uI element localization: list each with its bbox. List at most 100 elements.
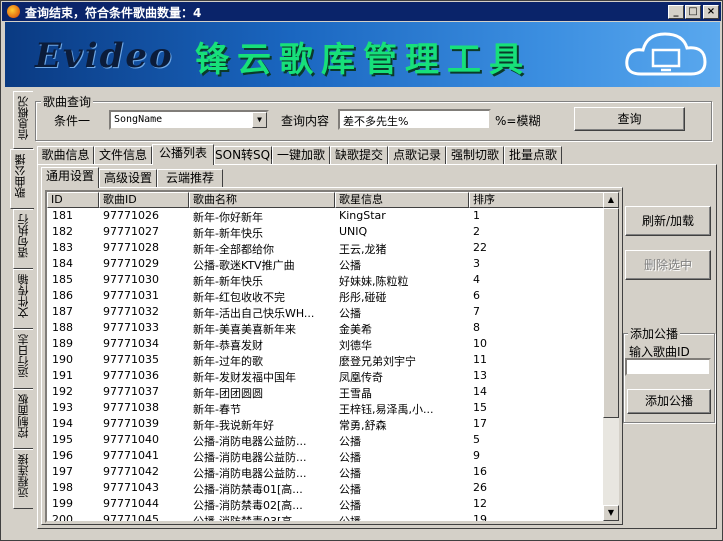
side-tab-remote-connect[interactable]: 远程连接 — [13, 449, 33, 509]
table-row[interactable]: 196 97771041 公播-消防电器公益防... 公播 9 — [47, 448, 607, 464]
scroll-down-arrow-icon[interactable]: ▼ — [603, 505, 619, 521]
table-vertical-scrollbar[interactable]: ▲ ▼ — [603, 192, 619, 521]
cell-singer: 王雪晶 — [339, 387, 372, 400]
main-window: 查询结束，符合条件歌曲数量：4 _ □ × Evideo 锋云歌库管理工具 信息… — [0, 0, 723, 541]
cell-singer: 金美希 — [339, 323, 372, 336]
table-row[interactable]: 192 97771037 新年-团团圆圆 王雪晶 14 — [47, 384, 607, 400]
close-button[interactable]: × — [703, 5, 719, 19]
cell-song-id: 97771034 — [103, 337, 159, 350]
cell-id: 191 — [52, 369, 73, 382]
table-row[interactable]: 198 97771043 公播-消防禁毒01[高... 公播 26 — [47, 480, 607, 496]
tab-batch-request[interactable]: 批量点歌 — [504, 146, 562, 164]
tab-file-info[interactable]: 文件信息 — [94, 146, 152, 164]
query-content-label: 查询内容 — [281, 114, 330, 128]
tab-song-info[interactable]: 歌曲信息 — [37, 146, 94, 164]
cell-song-id: 97771028 — [103, 241, 159, 254]
tab-force-switch[interactable]: 强制切歌 — [446, 146, 504, 164]
delete-selected-button[interactable]: 删除选中 — [625, 250, 711, 280]
chevron-down-icon[interactable]: ▼ — [252, 112, 267, 128]
side-tab-sql-execute[interactable]: 语句执行 — [13, 209, 33, 269]
column-header-song-name[interactable]: 歌曲名称 — [189, 192, 335, 208]
cell-order: 2 — [473, 225, 480, 238]
window-title: 查询结束，符合条件歌曲数量：4 — [25, 6, 202, 20]
table-row[interactable]: 191 97771036 新年-发财发福中国年 凤凰传奇 13 — [47, 368, 607, 384]
cloud-monitor-icon — [625, 32, 707, 76]
cell-song-id: 97771026 — [103, 209, 159, 222]
table-row[interactable]: 185 97771030 新年-新年快乐 好妹妹,陈粒粒 4 — [47, 272, 607, 288]
column-header-song-id[interactable]: 歌曲ID — [99, 192, 189, 208]
cell-order: 16 — [473, 465, 487, 478]
table-row[interactable]: 195 97771040 公播-消防电器公益防... 公播 5 — [47, 432, 607, 448]
table-row[interactable]: 200 97771045 公播-消防禁毒03[高... 公播 19 — [47, 512, 607, 521]
cell-order: 12 — [473, 497, 487, 510]
cell-song-name: 公播-消防禁毒01[高... — [193, 483, 303, 496]
broadcast-song-table[interactable]: ID 歌曲ID 歌曲名称 歌星信息 排序 181 97771026 新年-你好新年 K… — [45, 190, 621, 523]
table-row[interactable]: 189 97771034 新年-恭喜发财 刘德华 10 — [47, 336, 607, 352]
table-row[interactable]: 190 97771035 新年-过年的歌 麼登兄弟刘宇宁 11 — [47, 352, 607, 368]
cell-singer: 公播 — [339, 259, 361, 272]
cell-song-name: 新年-新年快乐 — [193, 227, 263, 240]
query-button[interactable]: 查询 — [574, 107, 685, 131]
table-row[interactable]: 184 97771029 公播-歌迷KTV推广曲 公播 3 — [47, 256, 607, 272]
cell-song-name: 新年-发财发福中国年 — [193, 371, 296, 384]
condition-select[interactable]: SongName ▼ — [109, 110, 269, 130]
tab-advanced-settings[interactable]: 高级设置 — [99, 169, 157, 187]
cell-order: 14 — [473, 385, 487, 398]
cell-id: 190 — [52, 353, 73, 366]
column-header-singer[interactable]: 歌星信息 — [335, 192, 469, 208]
cell-id: 184 — [52, 257, 73, 270]
cell-song-name: 新年-新年快乐 — [193, 275, 263, 288]
column-header-order[interactable]: 排序 — [469, 192, 607, 208]
table-row[interactable]: 181 97771026 新年-你好新年 KingStar 1 — [47, 208, 607, 224]
cell-id: 193 — [52, 401, 73, 414]
cell-song-name: 新年-美喜美喜新年来 — [193, 323, 296, 336]
cell-id: 189 — [52, 337, 73, 350]
refresh-load-button[interactable]: 刷新/加载 — [625, 206, 711, 236]
cell-order: 3 — [473, 257, 480, 270]
tab-cloud-recommend[interactable]: 云端推荐 — [157, 169, 223, 187]
song-id-input[interactable] — [625, 358, 711, 376]
tab-general-settings[interactable]: 通用设置 — [41, 167, 99, 188]
table-row[interactable]: 188 97771033 新年-美喜美喜新年来 金美希 8 — [47, 320, 607, 336]
condition-label: 条件一 — [54, 114, 91, 128]
fuzzy-hint: %=模糊 — [495, 114, 541, 128]
minimize-button[interactable]: _ — [668, 5, 684, 19]
side-tab-info-overview[interactable]: 信息概况 — [13, 91, 33, 149]
side-tab-song-broadcast[interactable]: 歌曲公播 — [10, 149, 34, 209]
cell-singer: 公播 — [339, 467, 361, 480]
cell-singer: 公播 — [339, 451, 361, 464]
cell-song-name: 公播-消防禁毒02[高... — [193, 499, 303, 512]
table-row[interactable]: 199 97771044 公播-消防禁毒02[高... 公播 12 — [47, 496, 607, 512]
cell-song-name: 新年-团团圆圆 — [193, 387, 263, 400]
cell-order: 26 — [473, 481, 487, 494]
table-row[interactable]: 187 97771032 新年-活出自己快乐WH... 公播 7 — [47, 304, 607, 320]
column-header-id[interactable]: ID — [47, 192, 99, 208]
cell-song-id: 97771033 — [103, 321, 159, 334]
scroll-up-arrow-icon[interactable]: ▲ — [603, 192, 619, 208]
tab-son-to-sql[interactable]: SON转SQL — [214, 146, 277, 164]
add-broadcast-button[interactable]: 添加公播 — [627, 389, 711, 414]
query-content-input[interactable]: 差不多先生% — [338, 109, 491, 130]
table-row[interactable]: 186 97771031 新年-红包收收不完 彤彤,碰碰 6 — [47, 288, 607, 304]
table-row[interactable]: 183 97771028 新年-全部都给你 王云,龙猪 22 — [47, 240, 607, 256]
table-row[interactable]: 197 97771042 公播-消防电器公益防... 公播 16 — [47, 464, 607, 480]
table-row[interactable]: 193 97771038 新年-春节 王梓钰,易泽禹,小... 15 — [47, 400, 607, 416]
side-tab-label: 远程连接 — [17, 454, 30, 498]
tab-missing-song-submit[interactable]: 缺歌提交 — [330, 146, 388, 164]
tab-quick-add-song[interactable]: 一键加歌 — [272, 146, 330, 164]
scroll-thumb[interactable] — [603, 208, 619, 418]
side-tab-file-transfer[interactable]: 文件传输 — [13, 269, 33, 329]
cell-singer: KingStar — [339, 209, 386, 222]
tab-play-record[interactable]: 点歌记录 — [388, 146, 446, 164]
tab-broadcast-list[interactable]: 公播列表 — [152, 144, 214, 165]
cell-song-name: 新年-春节 — [193, 403, 241, 416]
maximize-button[interactable]: □ — [685, 5, 701, 19]
table-row[interactable]: 182 97771027 新年-新年快乐 UNIQ 2 — [47, 224, 607, 240]
side-tab-strip: 信息概况 歌曲公播 语句执行 文件传输 运行日志 控制面板 远程连接 — [5, 91, 34, 511]
side-tab-run-log[interactable]: 运行日志 — [13, 329, 33, 389]
cell-order: 22 — [473, 241, 487, 254]
table-row[interactable]: 194 97771039 新年-我说新年好 常勇,舒森 17 — [47, 416, 607, 432]
add-broadcast-group-label: 添加公播 — [628, 325, 681, 342]
title-bar[interactable]: 查询结束，符合条件歌曲数量：4 _ □ × — [2, 2, 721, 21]
side-tab-control-panel[interactable]: 控制面板 — [13, 389, 33, 449]
